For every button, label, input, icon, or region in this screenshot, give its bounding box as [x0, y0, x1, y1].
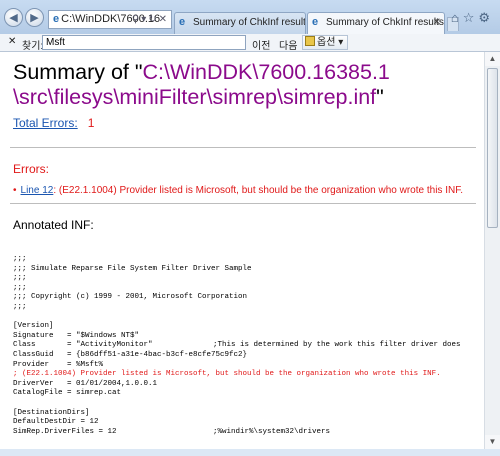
forward-button[interactable]: ▶	[25, 8, 44, 27]
tools-gear-icon[interactable]: ⚙	[478, 10, 494, 25]
total-errors-count: 1	[87, 116, 95, 130]
inf-line-text: DriverVer = 01/01/2004,1.0.0.1	[13, 379, 158, 388]
favorites-star-icon[interactable]: ☆	[463, 10, 479, 25]
inf-line: ;;; Copyright (c) 1999 - 2001, Microsoft…	[13, 293, 484, 303]
inf-line: Class = "ActivityMonitor" ;This is determ…	[13, 341, 484, 351]
refresh-icon[interactable]: ↻	[148, 14, 158, 25]
tab-label: Summary of ChkInf results for...	[193, 17, 306, 28]
divider	[10, 203, 476, 204]
forward-arrow-icon: ▶	[30, 12, 39, 24]
inf-line: Signature = "$Windows NT$"	[13, 332, 484, 342]
bullet-icon: •	[13, 185, 17, 196]
inf-line: ;;; Simulate Reparse File System Filter …	[13, 265, 484, 275]
title-prefix: Summary of "	[13, 60, 143, 84]
inf-error-annotation: ; (E22.1.1004) Provider listed is Micros…	[13, 370, 484, 380]
tab-chkinf-results-2[interactable]: e Summary of ChkInf results... ✕	[307, 12, 445, 34]
inf-line-text: Signature = "$Windows NT$"	[13, 331, 140, 340]
inf-line-comment: ;This is determined by the work this fil…	[213, 341, 461, 350]
inf-line: [DestinationDirs]	[13, 409, 484, 419]
inf-line-text: Class = "ActivityMonitor"	[13, 341, 153, 350]
inf-line: DefaultDestDir = 12	[13, 418, 484, 428]
tab-close-icon[interactable]: ✕	[433, 13, 441, 33]
inf-line: CatalogFile = simrep.cat	[13, 389, 484, 399]
find-options-label: 옵션	[317, 37, 336, 48]
scroll-up-icon[interactable]: ▲	[485, 52, 500, 66]
find-previous-button[interactable]: 이전	[252, 37, 270, 52]
page-content: Summary of "C:\WinDDK\7600.16385.1 \src\…	[0, 52, 484, 449]
window-bottom-edge	[0, 449, 500, 456]
inf-line-text: ; (E22.1.1004) Provider listed is Micros…	[13, 370, 441, 379]
inf-line-comment: ;%windir%\system32\drivers	[213, 427, 331, 436]
chevron-down-icon: ▾	[338, 37, 344, 48]
page-title: Summary of "C:\WinDDK\7600.16385.1 \src\…	[13, 60, 479, 110]
address-bar[interactable]: e C:\WinDDK\7600.16 ⚲▾↻✕	[48, 10, 172, 29]
annotated-inf-code: ;;;;;; Simulate Reparse File System Filt…	[13, 255, 484, 437]
inf-line: ;;;	[13, 255, 484, 265]
inf-line-text: [Version]	[13, 322, 54, 331]
find-close-icon[interactable]: ✕	[8, 36, 16, 47]
inf-line: ;;;	[13, 303, 484, 313]
highlight-pen-icon	[305, 36, 315, 46]
inf-line-text: ClassGuid = {b86dff51-a31e-4bac-b3cf-e8c…	[13, 350, 248, 359]
inf-line-text: [DestinationDirs]	[13, 408, 90, 417]
toolbar-icons: ⌂☆⚙	[451, 10, 494, 26]
total-errors: Total Errors: 1	[13, 116, 94, 130]
error-list-item: • Line 12: (E22.1.1004) Provider listed i…	[13, 185, 483, 196]
address-bar-buttons[interactable]: ⚲▾↻✕	[132, 11, 169, 28]
inf-line-text: SimRep.DriverFiles = 12	[13, 427, 117, 436]
ie-page-icon: e	[53, 13, 60, 25]
title-suffix: "	[376, 85, 384, 109]
inf-line-text: ;;; Simulate Reparse File System Filter …	[13, 264, 252, 273]
inf-line: ;;;	[13, 284, 484, 294]
search-icon[interactable]: ⚲	[132, 14, 141, 25]
error-line-link[interactable]: Line 12	[21, 185, 54, 196]
inf-line-text: ;;;	[13, 302, 27, 311]
inf-line	[13, 399, 484, 409]
scroll-down-icon[interactable]: ▼	[485, 435, 500, 449]
inf-line-text: ;;; Copyright (c) 1999 - 2001, Microsoft…	[13, 293, 248, 302]
inf-line-text: ;;;	[13, 255, 27, 263]
browser-titlebar: ◀ ▶ e C:\WinDDK\7600.16 ⚲▾↻✕ e Summary of…	[0, 0, 500, 34]
vertical-scrollbar[interactable]: ▲ ▼	[484, 52, 500, 449]
ie-tab-icon: e	[312, 16, 319, 28]
find-label: 찾기:	[22, 41, 44, 52]
tab-label: Summary of ChkInf results...	[326, 17, 445, 28]
inf-line: SimRep.DriverFiles = 12 ;%windir%\system3…	[13, 428, 484, 438]
find-next-button[interactable]: 다음	[279, 37, 297, 52]
find-options-button[interactable]: 옵션 ▾	[302, 35, 349, 50]
errors-heading: Errors:	[13, 162, 49, 176]
home-icon[interactable]: ⌂	[451, 10, 463, 25]
inf-line: DriverVer = 01/01/2004,1.0.0.1	[13, 380, 484, 390]
back-button[interactable]: ◀	[4, 8, 23, 27]
find-input[interactable]	[42, 35, 246, 50]
inf-line-text: Provider = %Msft%	[13, 360, 104, 369]
inf-line: [Version]	[13, 322, 484, 332]
inf-line-text: CatalogFile = simrep.cat	[13, 389, 122, 398]
ie-tab-icon: e	[179, 16, 186, 28]
inf-line-text: DefaultDestDir = 12	[13, 418, 99, 427]
inf-line-text: ;;;	[13, 274, 27, 283]
scrollbar-thumb[interactable]	[487, 68, 498, 228]
inf-line	[13, 313, 484, 323]
close-icon[interactable]: ✕	[159, 14, 169, 25]
annotated-inf-heading: Annotated INF:	[13, 218, 94, 232]
tab-chkinf-results-1[interactable]: e Summary of ChkInf results for...	[174, 12, 306, 34]
inf-line: ;;;	[13, 274, 484, 284]
find-bar: ✕ 찾기: 이전 다음 옵션 ▾	[0, 34, 500, 52]
error-message: : (E22.1.1004) Provider listed is Micros…	[53, 185, 463, 196]
inf-line: Provider = %Msft%	[13, 361, 484, 371]
divider	[10, 147, 476, 148]
back-arrow-icon: ◀	[9, 12, 18, 24]
total-errors-link[interactable]: Total Errors:	[13, 116, 78, 130]
inf-line-text: ;;;	[13, 283, 27, 292]
inf-line: ClassGuid = {b86dff51-a31e-4bac-b3cf-e8c…	[13, 351, 484, 361]
